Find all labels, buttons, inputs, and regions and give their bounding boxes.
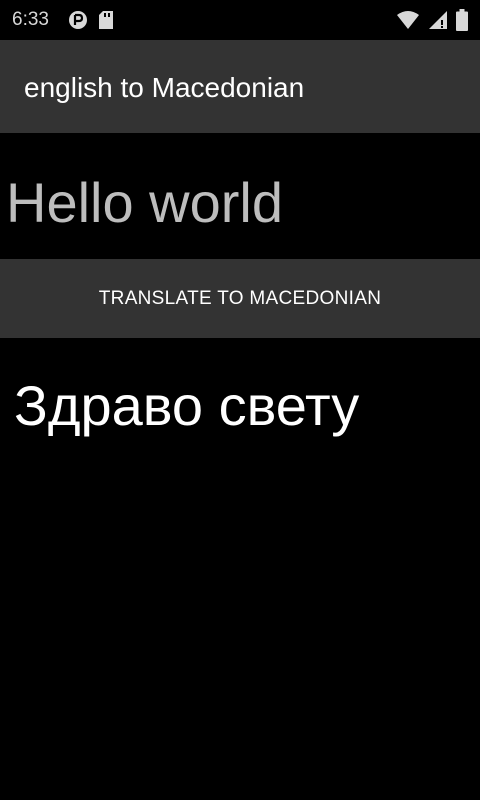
translation-result: Здраво свету xyxy=(14,374,360,437)
wifi-icon xyxy=(396,10,420,30)
battery-icon xyxy=(456,9,468,31)
translate-button[interactable]: TRANSLATE TO MACEDONIAN xyxy=(0,259,480,338)
cellular-signal-icon xyxy=(428,10,448,30)
status-system-icons xyxy=(396,8,468,32)
status-notification-icons xyxy=(68,10,114,30)
source-text-input[interactable] xyxy=(6,163,466,243)
app-bar: english to Macedonian xyxy=(0,40,480,133)
status-bar: 6:33 xyxy=(0,0,480,40)
input-area xyxy=(0,133,480,258)
sd-card-icon xyxy=(98,10,114,30)
status-time: 6:33 xyxy=(12,9,49,30)
app-title: english to Macedonian xyxy=(24,72,305,103)
sync-icon xyxy=(68,10,88,30)
